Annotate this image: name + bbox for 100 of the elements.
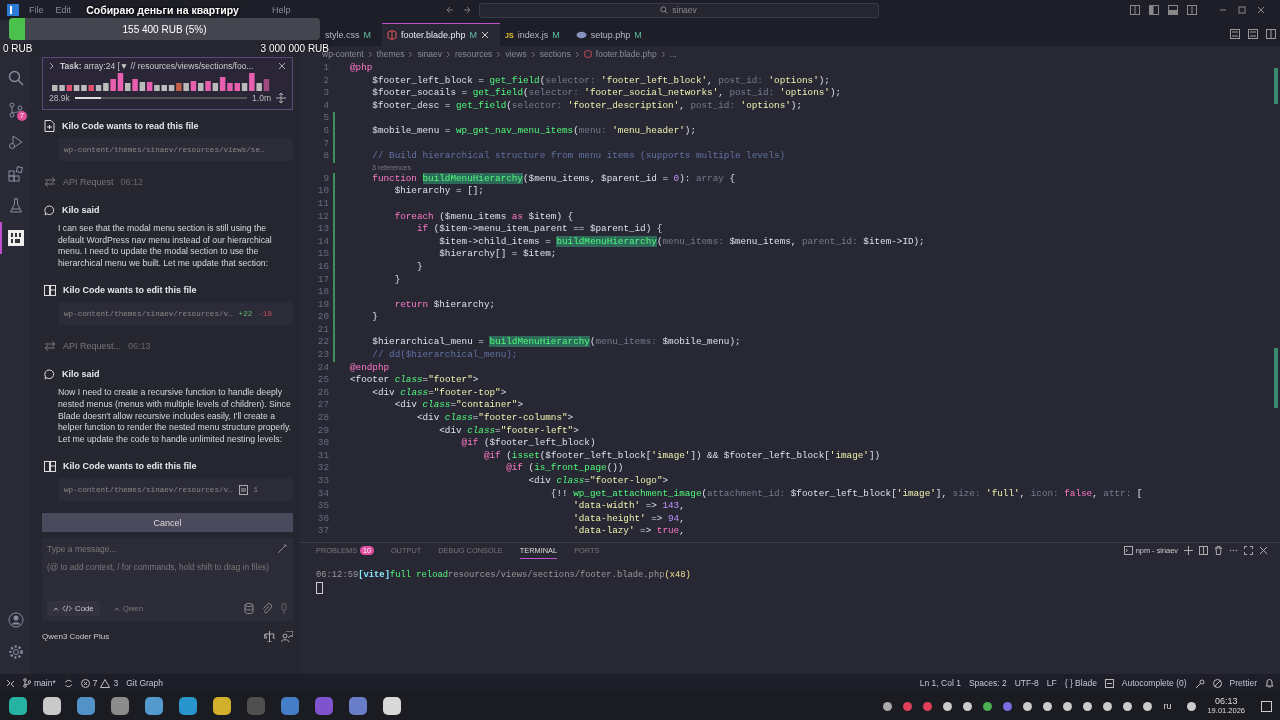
key-icon[interactable] (1194, 678, 1205, 688)
git-graph-status[interactable]: Git Graph (126, 678, 164, 688)
status-item[interactable]: UTF-8 (1014, 678, 1039, 688)
close-icon[interactable] (1256, 5, 1266, 15)
breadcrumb-item[interactable]: footer.blade.php (595, 49, 657, 59)
range-end-label: 1.0m (252, 93, 271, 103)
status-item[interactable]: Autocomplete (0) (1121, 678, 1187, 688)
balance-icon[interactable] (264, 631, 275, 643)
document-icon (238, 484, 248, 495)
layout-icon[interactable] (1130, 5, 1140, 15)
code-line: $hierarchy[] = $item; (438, 248, 557, 261)
taskbar-app-icon[interactable] (179, 697, 197, 715)
magic-wand-icon[interactable] (277, 543, 288, 555)
taskbar-app-icon[interactable] (213, 697, 231, 715)
editor-tab[interactable]: footer.blade.php M (382, 23, 501, 46)
line-number: 19 (316, 298, 330, 312)
code-line: <footer class="footer"> (350, 374, 479, 387)
keyboard-layout[interactable]: ru (1163, 701, 1172, 711)
status-item[interactable]: Ln 1, Col 1 (919, 678, 961, 688)
layout-icon[interactable] (1149, 5, 1159, 15)
menu-item[interactable]: Edit (55, 5, 72, 15)
line-number: 18 (316, 286, 330, 299)
remote-icon[interactable] (6, 678, 15, 688)
taskbar-app-icon[interactable] (43, 697, 61, 715)
taskbar-app-icon[interactable] (383, 697, 401, 715)
paperclip-icon[interactable] (262, 603, 272, 615)
code-line: $mobile_menu = wp_get_nav_menu_items(menu: 'menu_header'); (371, 124, 696, 138)
line-number: 15 (316, 248, 330, 261)
trash-icon[interactable] (1214, 546, 1223, 555)
maximize-icon[interactable] (1237, 5, 1247, 15)
chevron-icon[interactable] (49, 62, 55, 70)
person-chat-icon[interactable] (281, 631, 293, 643)
code-line: } (415, 260, 423, 274)
line-number: 10 (316, 185, 330, 198)
forward-arrow-icon[interactable] (461, 5, 472, 15)
split-icon[interactable] (1199, 546, 1208, 555)
layout-icon[interactable] (1187, 5, 1197, 15)
model-name[interactable]: Qwen3 Coder Plus (42, 632, 110, 642)
move-icon[interactable] (276, 93, 286, 103)
editor-action-icon[interactable] (1266, 29, 1276, 39)
range-start-label: 28.9k (49, 93, 70, 103)
branch-icon (8, 102, 24, 118)
bell-icon[interactable] (1265, 678, 1274, 688)
line-number: 6 (322, 124, 330, 138)
problems-status[interactable]: 7 3 (80, 678, 119, 688)
search-icon (8, 70, 24, 86)
taskbar-app-icon[interactable] (145, 697, 163, 715)
code-line: } (393, 273, 401, 287)
editor-action-icon[interactable] (1230, 29, 1240, 39)
input-hint: (@ to add context, / for commands, hold shift to drag in files) (47, 562, 270, 574)
code-line: @if ($footer_left_block) (460, 437, 596, 450)
editor-action-icon[interactable] (1248, 29, 1258, 39)
maximize-icon[interactable] (1244, 546, 1253, 555)
line-number: 36 (316, 512, 330, 526)
taskbar-app-icon[interactable] (9, 697, 27, 715)
back-arrow-icon[interactable] (444, 5, 455, 15)
breadcrumb-item[interactable]: resources (455, 49, 493, 59)
git-branch-status[interactable]: main* (23, 678, 56, 688)
line-number: 27 (316, 399, 330, 413)
close-icon[interactable] (481, 31, 490, 39)
breadcrumb-item[interactable]: sections (539, 49, 571, 59)
status-item[interactable]: LF (1046, 678, 1057, 688)
tray-icon[interactable] (1187, 701, 1197, 711)
taskbar-app-icon[interactable] (77, 697, 95, 715)
line-number: 28 (316, 412, 330, 425)
code-line: $footer_left_block = get_field(selector: 'footer_left_block', post_id: 'options'); (371, 74, 830, 88)
plus-icon[interactable] (1184, 546, 1193, 555)
menu-item[interactable]: Help (272, 5, 291, 15)
breadcrumb-item[interactable]: themes (376, 49, 405, 59)
line-number: 9 (322, 172, 330, 186)
code-line: function buildMenuHierarchy($menu_items, $parent_id = 0): array { (371, 172, 736, 186)
prohibited-icon (1212, 678, 1222, 688)
code-line: 'data-width' => 143, (572, 500, 685, 513)
breadcrumb-item[interactable]: ... (669, 49, 677, 59)
message-title: Kilo said (62, 369, 100, 380)
close-icon[interactable] (278, 62, 286, 70)
fundraiser-title: Собираю деньги на квартиру (86, 3, 239, 18)
desktop-icon[interactable] (1261, 700, 1272, 712)
taskbar-app-icon[interactable] (111, 697, 129, 715)
settings-icon[interactable] (8, 644, 24, 660)
status-item[interactable]: Prettier (1229, 678, 1257, 688)
status-item[interactable]: { } Blade (1064, 678, 1097, 688)
command-search-field[interactable]: sinaev (478, 2, 879, 18)
editor-tab[interactable]: setup.php M (570, 23, 653, 46)
layout-icon[interactable] (1168, 5, 1178, 15)
sync-icon[interactable] (63, 678, 73, 688)
breadcrumb-item[interactable]: sinaev (417, 49, 443, 59)
cancel-button[interactable]: Cancel (42, 513, 293, 533)
code-line: $hierarchical_menu = buildMenuHierarchy(menu_items: $mobile_menu); (371, 336, 741, 350)
account-icon[interactable] (8, 612, 24, 628)
search-icon (660, 6, 669, 14)
breadcrumb-item[interactable]: views (505, 49, 527, 59)
chevron-icon (367, 50, 373, 58)
status-item[interactable]: Spaces: 2 (968, 678, 1007, 688)
line-number: 4 (322, 99, 330, 113)
close-icon[interactable] (1259, 546, 1268, 555)
swap-arrows-icon (44, 341, 56, 352)
database-icon[interactable] (244, 603, 254, 615)
menu-item[interactable]: File (29, 5, 44, 15)
fundraiser-amount: 155 400 RUB (5%) (122, 23, 207, 35)
